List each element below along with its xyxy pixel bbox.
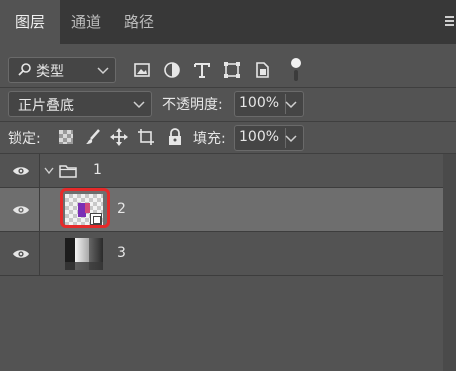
divider [39, 188, 40, 232]
filter-toggle-icon[interactable] [289, 57, 303, 83]
adjustment-filter-icon[interactable] [161, 59, 183, 81]
t3d [65, 262, 103, 270]
blend-mode-select[interactable]: 正片叠底 [8, 91, 152, 117]
tab-layers[interactable]: 图层 [0, 0, 60, 44]
layers-panel: 图层 通道 路径 类型 正片叠底 不透明度: 100% 锁定: 填充: 100%… [0, 0, 456, 371]
chevron-down-icon[interactable] [285, 135, 297, 143]
lock-artboard-icon[interactable] [137, 128, 155, 146]
folder-icon [59, 165, 77, 178]
chevron-down-icon[interactable] [44, 167, 54, 175]
lock-label: 锁定: [8, 131, 41, 147]
layer-filter-select[interactable]: 类型 [8, 57, 116, 83]
filter-kind-label: 类型 [36, 64, 64, 80]
eye-icon[interactable] [12, 248, 30, 260]
layer-thumbnail[interactable] [65, 238, 103, 270]
fill-label: 填充: [193, 131, 226, 147]
opacity-value[interactable]: 100% [239, 95, 279, 111]
chevron-down-icon [97, 67, 109, 75]
shape-filter-icon[interactable] [221, 59, 243, 81]
divider [39, 154, 40, 188]
divider [0, 87, 456, 88]
tab-paths[interactable]: 路径 [112, 0, 166, 44]
opacity-label: 不透明度: [162, 97, 223, 113]
layers-list: 1 2 3 [0, 154, 456, 371]
layer-name[interactable]: 1 [93, 162, 102, 178]
fill-field[interactable]: 100% [234, 125, 304, 151]
panel-tab-bar: 图层 通道 路径 [0, 0, 456, 44]
lock-position-icon[interactable] [110, 128, 128, 146]
blend-mode-value: 正片叠底 [18, 98, 74, 114]
type-filter-icon[interactable] [191, 59, 213, 81]
layer-row-group[interactable]: 1 [0, 154, 443, 188]
tab-channels[interactable]: 通道 [60, 0, 112, 44]
chevron-down-icon[interactable] [285, 101, 297, 109]
chevron-down-icon [133, 101, 145, 109]
layer-name[interactable]: 2 [117, 201, 126, 217]
layer-name[interactable]: 3 [117, 245, 126, 261]
opacity-field[interactable]: 100% [234, 91, 304, 117]
eye-icon[interactable] [12, 165, 30, 177]
fill-value[interactable]: 100% [239, 129, 279, 145]
divider [39, 232, 40, 276]
smart-object-filter-icon[interactable] [251, 59, 273, 81]
image-filter-icon[interactable] [131, 59, 153, 81]
lock-transparent-pixels-icon[interactable] [57, 128, 75, 146]
search-icon [18, 63, 31, 76]
scrollbar[interactable] [443, 154, 456, 371]
highlight-box [60, 188, 110, 228]
lock-image-pixels-icon[interactable] [84, 128, 102, 146]
divider [0, 121, 456, 122]
eye-icon[interactable] [12, 204, 30, 216]
layer-row[interactable]: 3 [0, 232, 443, 276]
panel-menu-icon[interactable] [445, 16, 454, 28]
lock-all-icon[interactable] [166, 128, 184, 146]
